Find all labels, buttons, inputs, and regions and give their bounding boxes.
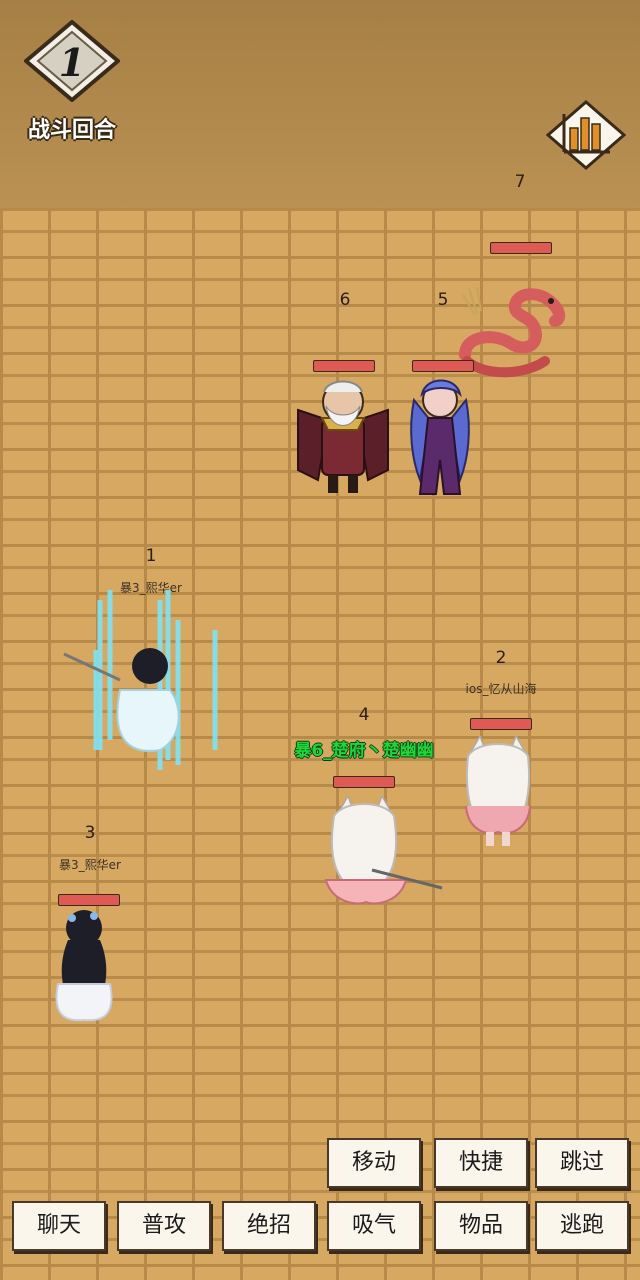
slot-number: 1 (145, 546, 157, 566)
shortcut-button[interactable]: 快捷 (434, 1138, 528, 1188)
hp-bar (470, 718, 532, 730)
move-button[interactable]: 移动 (327, 1138, 421, 1188)
fox-girl-sprite (324, 796, 443, 905)
slot-number: 5 (437, 290, 449, 310)
fox-girl-sprite (465, 736, 531, 846)
active-player-name: 暴6_楚府丶楚幽幽 (294, 741, 434, 761)
breathe-button[interactable]: 吸气 (327, 1201, 421, 1251)
items-button[interactable]: 物品 (434, 1201, 528, 1251)
slot-number: 3 (84, 823, 96, 843)
slot-number: 6 (339, 290, 351, 310)
chat-button[interactable]: 聊天 (12, 1201, 106, 1251)
round-number: 1 (59, 40, 85, 85)
hp-bar (490, 242, 552, 254)
sorceress-sprite (410, 379, 470, 495)
player-name: ios_忆从山海 (465, 682, 537, 696)
slot-number: 7 (514, 172, 526, 192)
slot-number: 2 (495, 648, 507, 668)
flee-button[interactable]: 逃跑 (535, 1201, 629, 1251)
hp-bar (333, 776, 395, 788)
attack-button[interactable]: 普攻 (117, 1201, 211, 1251)
swordswoman-sprite (63, 590, 218, 770)
round-label: 战斗回合 (27, 118, 116, 143)
warrior-sprite (297, 380, 389, 493)
slot-number: 4 (358, 705, 370, 725)
player-name: 暴3_熙华er (59, 858, 121, 872)
round-diamond-icon: 1 (24, 20, 120, 102)
ultimate-button[interactable]: 绝招 (222, 1201, 316, 1251)
swordswoman-sprite (55, 910, 113, 1022)
skip-button[interactable]: 跳过 (535, 1138, 629, 1188)
bar-chart-icon[interactable] (546, 100, 626, 170)
